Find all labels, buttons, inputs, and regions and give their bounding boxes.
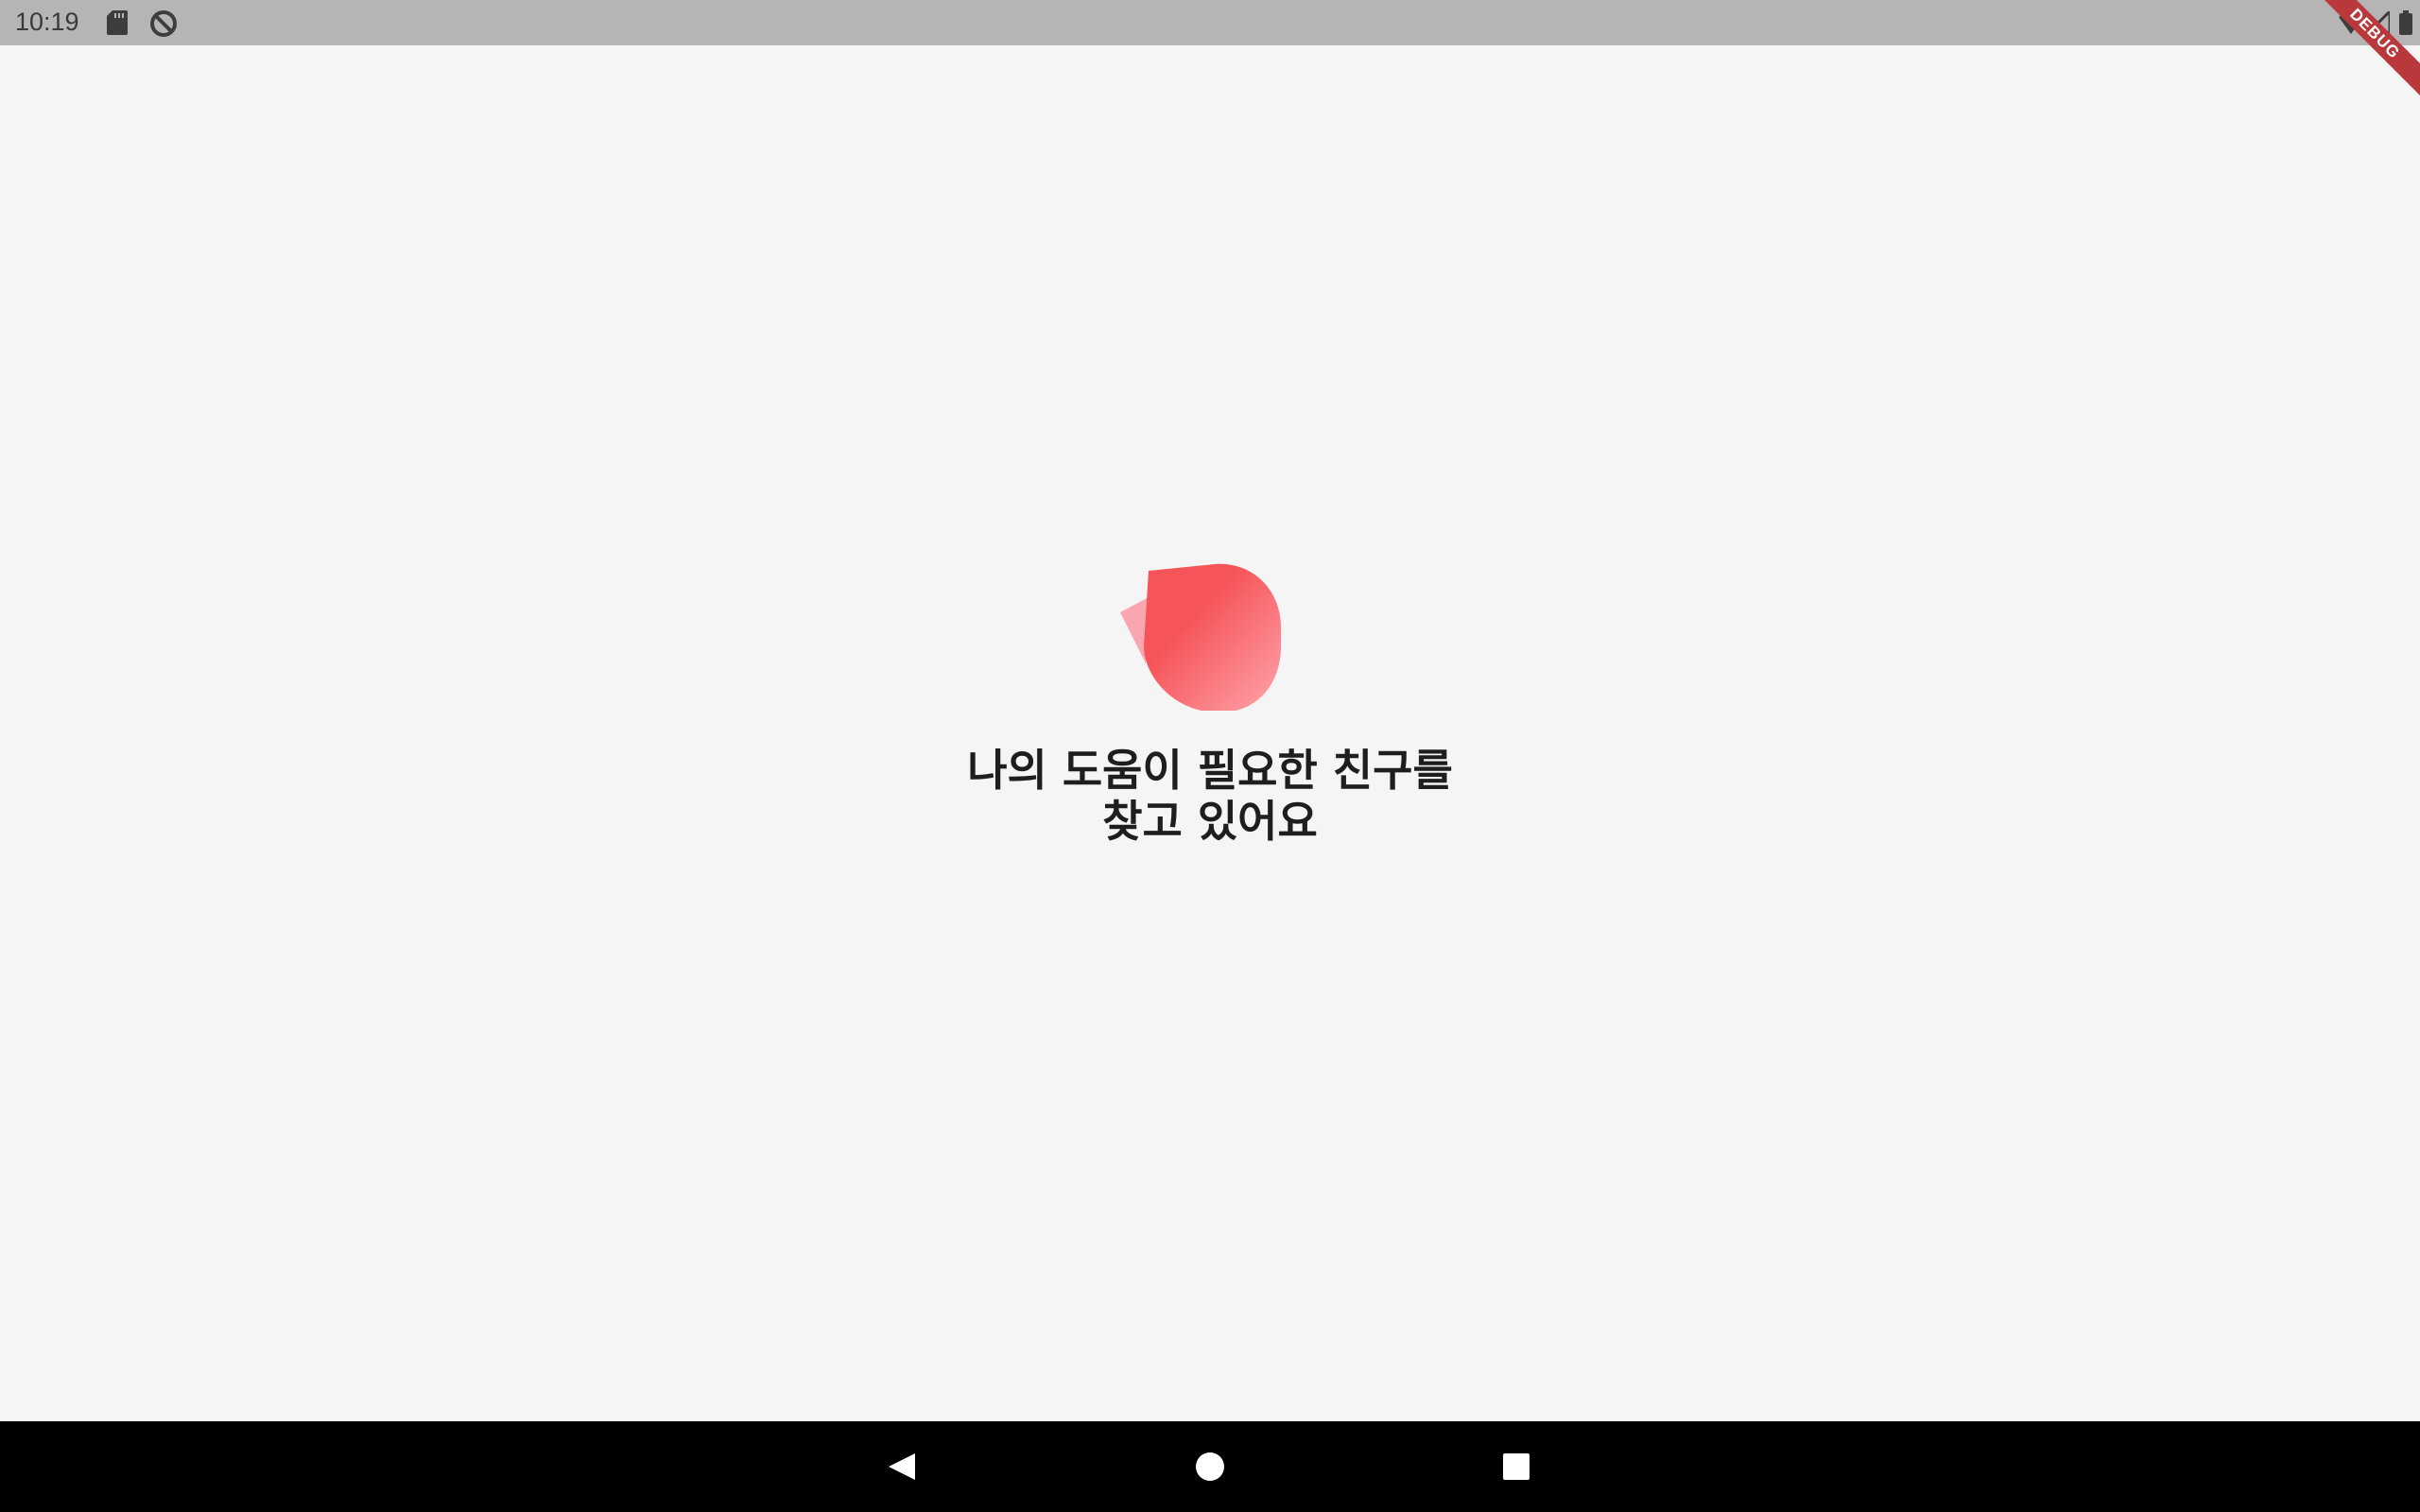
status-time: 10:19 [15,8,79,36]
loading-message-line-1: 나의 도움이 필요한 친구를 [967,745,1453,796]
loading-message: 나의 도움이 필요한 친구를 찾고 있어요 [832,745,1588,847]
sd-card-icon [107,10,128,35]
loading-message-line-2: 찾고 있어요 [1102,796,1318,847]
recents-icon[interactable] [1490,1440,1543,1493]
status-bar: 10:19 [0,0,2420,45]
back-icon[interactable] [877,1440,930,1493]
home-icon[interactable] [1184,1440,1236,1493]
heart-petal-logo-icon [1120,563,1281,711]
sync-disabled-icon [150,10,177,37]
navigation-bar [0,1421,2420,1512]
loading-screen: 나의 도움이 필요한 친구를 찾고 있어요 [0,45,2420,1421]
